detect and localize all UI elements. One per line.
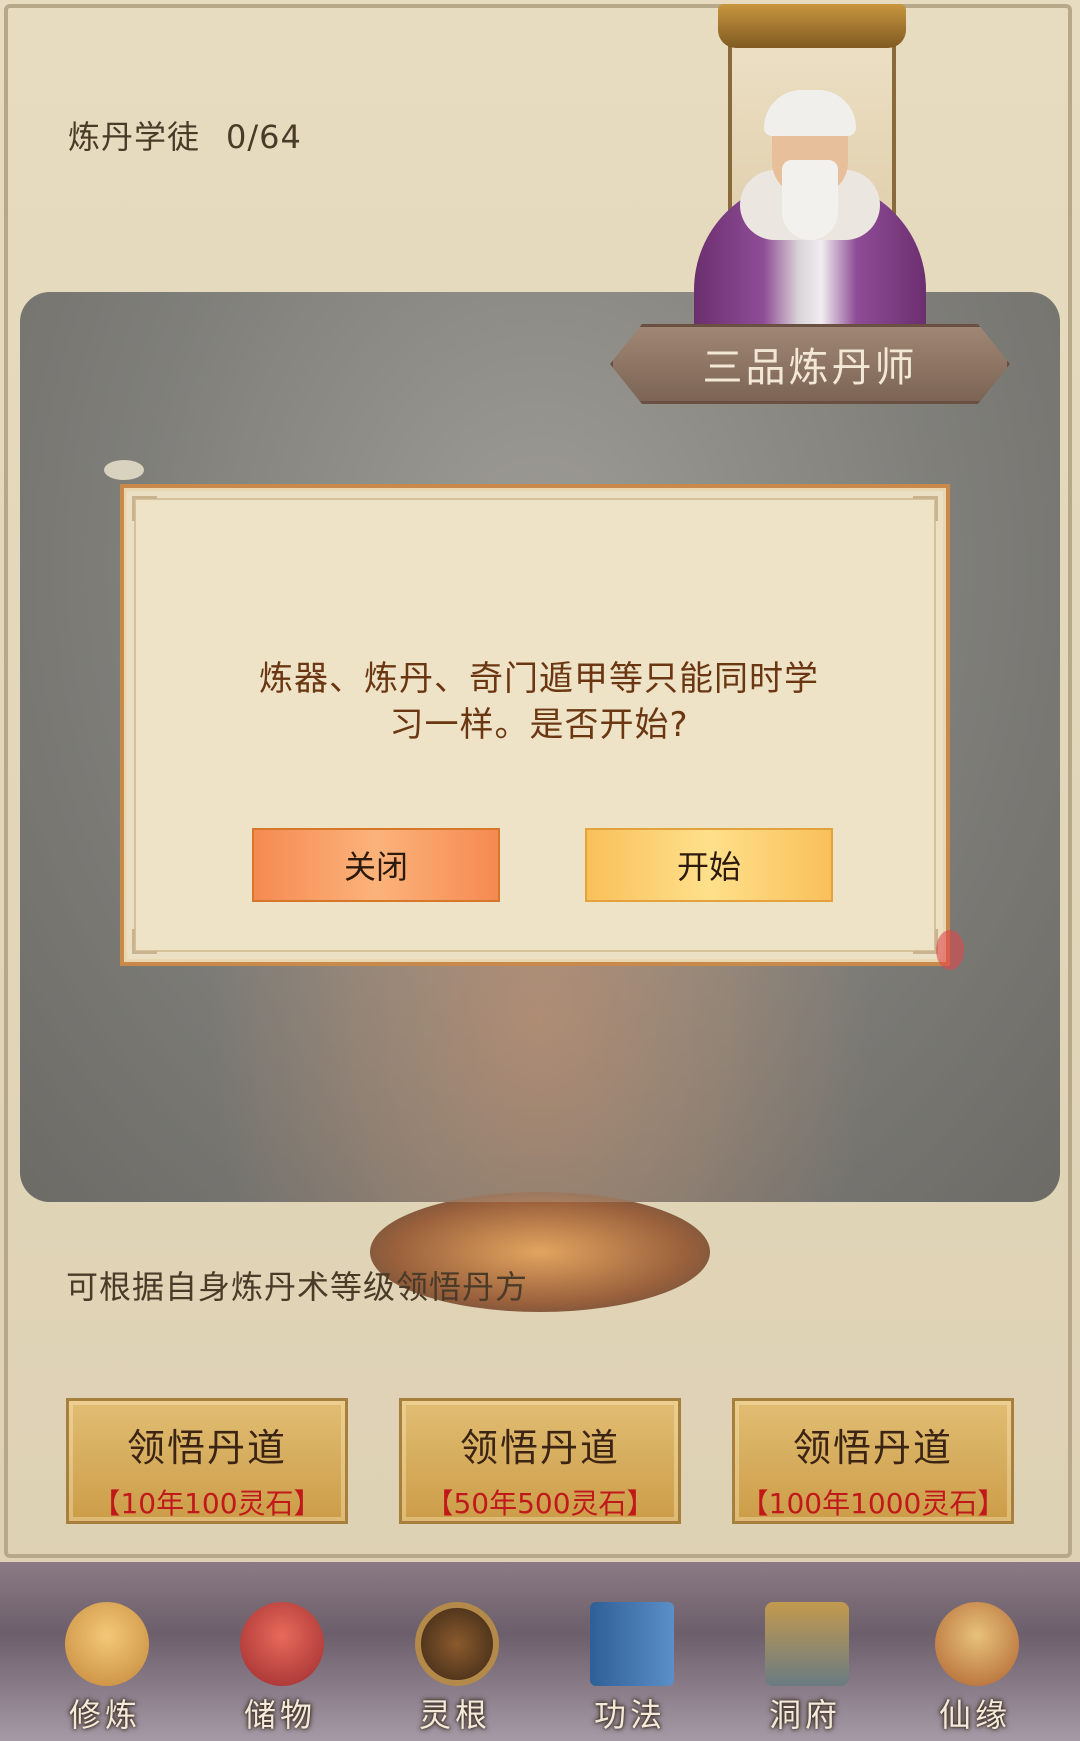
dialog-message-line: 习一样。是否开始?: [389, 705, 689, 745]
alchemy-screen: 炼丹学徒 0/64 三品炼丹师 可根据自身炼丹术等级领悟丹方 领悟丹道 【10年1…: [0, 0, 1080, 1741]
close-button[interactable]: 关闭: [252, 828, 500, 902]
dialog-corner-ornament: [913, 496, 938, 521]
butterfly-decoration: [936, 930, 964, 970]
dialog-corner-ornament: [132, 929, 157, 954]
dialog-corner-ornament: [132, 496, 157, 521]
confirm-dialog: 炼器、炼丹、奇门遁甲等只能同时学 习一样。是否开始? 关闭 开始: [120, 484, 950, 966]
start-button[interactable]: 开始: [585, 828, 833, 902]
butterfly-decoration: [104, 460, 144, 480]
dialog-corner-ornament: [913, 929, 938, 954]
dialog-message-line: 炼器、炼丹、奇门遁甲等只能同时学: [259, 659, 819, 699]
dialog-message: 炼器、炼丹、奇门遁甲等只能同时学 习一样。是否开始?: [224, 656, 854, 748]
